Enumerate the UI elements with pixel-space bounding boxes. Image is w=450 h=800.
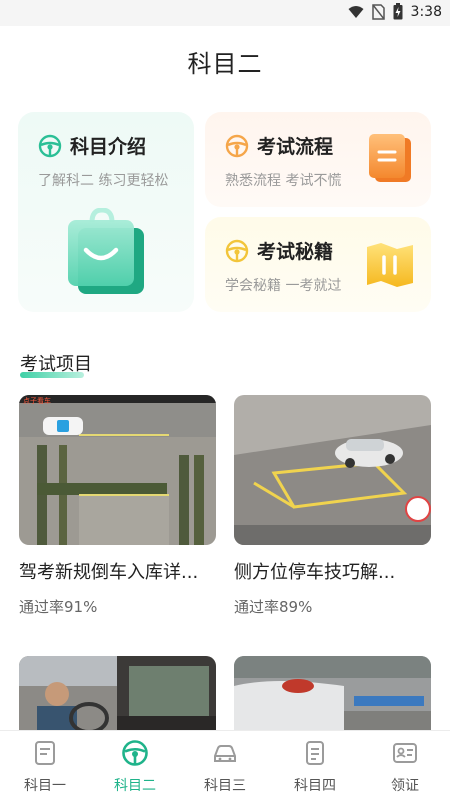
video-thumbnail[interactable]	[234, 656, 431, 736]
checklist-icon	[306, 741, 324, 765]
video-title: 驾考新规倒车入库详...	[19, 562, 199, 583]
steering-wheel-icon	[122, 740, 148, 766]
exam-flow-header: 考试流程	[225, 132, 333, 159]
nav-item-license[interactable]: 领证	[360, 731, 450, 800]
map-icon	[367, 243, 413, 287]
nav-label: 科目三	[204, 778, 246, 794]
video-thumbnail[interactable]: 点子看车	[19, 395, 216, 545]
nav-label: 科目二	[114, 778, 156, 794]
exam-tips-header: 考试秘籍	[225, 237, 333, 264]
exam-flow-subtitle: 熟悉流程 考试不慌	[225, 173, 342, 189]
video-thumbnail[interactable]	[19, 656, 216, 736]
video-title: 侧方位停车技巧解...	[234, 562, 396, 583]
status-icons: 3:38	[348, 3, 442, 20]
exam-tips-title: 考试秘籍	[257, 241, 334, 263]
battery-icon	[393, 3, 403, 20]
video-card-3[interactable]	[19, 656, 216, 736]
course-intro-subtitle: 了解科二 练习更轻松	[38, 173, 169, 189]
id-card-icon	[393, 743, 417, 763]
nav-label: 科目一	[24, 778, 66, 794]
wifi-icon	[348, 5, 364, 18]
section-title: 考试项目	[20, 354, 92, 375]
exam-flow-card[interactable]: 考试流程 熟悉流程 考试不慌	[205, 112, 431, 207]
nav-item-subject-one[interactable]: 科目一	[0, 731, 90, 800]
car-icon	[214, 745, 236, 762]
video-card-reverse-parking[interactable]: 点子看车 驾考新规倒车入库详... 通过率91%	[19, 395, 216, 617]
car-side-image	[234, 656, 431, 736]
status-bar: 3:38	[0, 0, 450, 26]
shopping-bag-smile-icon	[68, 208, 144, 294]
exam-tips-card[interactable]: 考试秘籍 学会秘籍 一考就过	[205, 217, 431, 312]
video-thumbnail[interactable]	[234, 395, 431, 545]
steering-wheel-icon	[225, 134, 249, 157]
video-card-4[interactable]	[234, 656, 431, 736]
course-intro-title: 科目介绍	[70, 136, 147, 158]
pass-rate: 通过率91%	[19, 598, 98, 616]
course-intro-header: 科目介绍	[38, 132, 146, 159]
nav-item-subject-two[interactable]: 科目二	[90, 731, 180, 800]
exam-tips-subtitle: 学会秘籍 一考就过	[225, 278, 342, 294]
nav-item-subject-three[interactable]: 科目三	[180, 731, 270, 800]
bottom-nav: 科目一 科目二 科目三 科目四 领证	[0, 730, 450, 800]
document-list-icon	[369, 134, 411, 182]
nav-item-subject-four[interactable]: 科目四	[270, 731, 360, 800]
page-title: 科目二	[187, 50, 263, 78]
steering-wheel-icon	[225, 239, 249, 262]
reverse-parking-aerial-image	[19, 395, 216, 545]
document-icon	[35, 741, 55, 765]
status-time: 3:38	[410, 3, 442, 20]
no-sim-icon	[371, 3, 385, 20]
nav-label: 科目四	[294, 778, 336, 794]
video-card-parallel-parking[interactable]: 侧方位停车技巧解... 通过率89%	[234, 395, 431, 617]
exam-flow-title: 考试流程	[257, 136, 334, 158]
steering-wheel-icon	[38, 134, 62, 157]
pass-rate: 通过率89%	[234, 598, 313, 616]
course-intro-card[interactable]: 科目介绍 了解科二 练习更轻松	[18, 112, 194, 312]
parallel-parking-image	[234, 395, 431, 545]
driver-training-image	[19, 656, 216, 736]
nav-label: 领证	[391, 778, 419, 794]
thumbnail-overlay-text: 点子看车	[23, 397, 51, 405]
